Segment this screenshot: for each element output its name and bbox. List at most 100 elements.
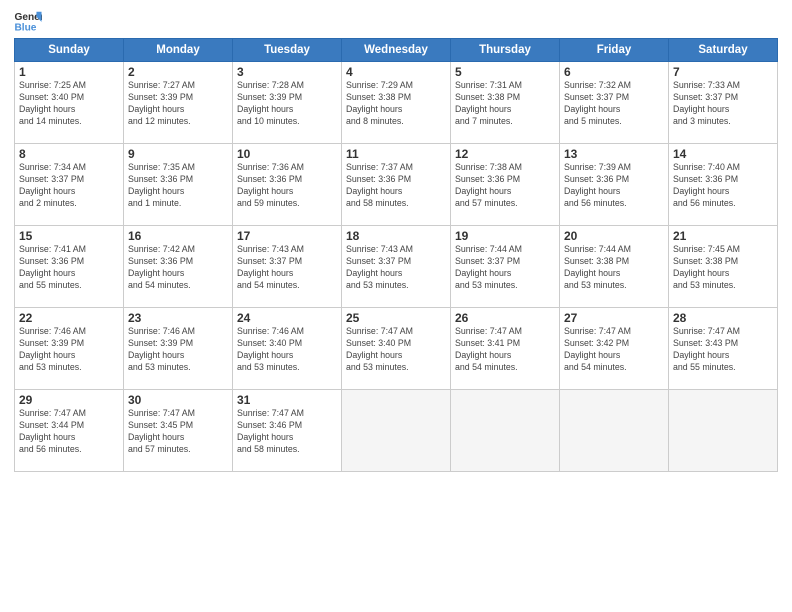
cell-text: Sunrise: 7:33 AM Sunset: 3:37 PM Dayligh… — [673, 80, 773, 128]
day-number: 12 — [455, 147, 555, 161]
cell-text: Sunrise: 7:46 AM Sunset: 3:39 PM Dayligh… — [19, 326, 119, 374]
calendar-cell: 14 Sunrise: 7:40 AM Sunset: 3:36 PM Dayl… — [669, 144, 778, 226]
cell-text: Sunrise: 7:47 AM Sunset: 3:40 PM Dayligh… — [346, 326, 446, 374]
day-number: 26 — [455, 311, 555, 325]
calendar-cell: 13 Sunrise: 7:39 AM Sunset: 3:36 PM Dayl… — [560, 144, 669, 226]
day-number: 30 — [128, 393, 228, 407]
day-header-friday: Friday — [560, 39, 669, 62]
day-number: 21 — [673, 229, 773, 243]
day-number: 31 — [237, 393, 337, 407]
day-number: 11 — [346, 147, 446, 161]
cell-text: Sunrise: 7:35 AM Sunset: 3:36 PM Dayligh… — [128, 162, 228, 210]
cell-text: Sunrise: 7:47 AM Sunset: 3:44 PM Dayligh… — [19, 408, 119, 456]
day-number: 19 — [455, 229, 555, 243]
day-number: 8 — [19, 147, 119, 161]
header-row: General Blue — [14, 10, 778, 32]
calendar-cell: 8 Sunrise: 7:34 AM Sunset: 3:37 PM Dayli… — [15, 144, 124, 226]
cell-text: Sunrise: 7:47 AM Sunset: 3:43 PM Dayligh… — [673, 326, 773, 374]
cell-text: Sunrise: 7:43 AM Sunset: 3:37 PM Dayligh… — [237, 244, 337, 292]
day-number: 7 — [673, 65, 773, 79]
cell-text: Sunrise: 7:29 AM Sunset: 3:38 PM Dayligh… — [346, 80, 446, 128]
calendar-cell — [342, 390, 451, 472]
calendar-cell: 20 Sunrise: 7:44 AM Sunset: 3:38 PM Dayl… — [560, 226, 669, 308]
calendar-container: General Blue SundayMondayTuesdayWednesda… — [0, 0, 792, 480]
cell-text: Sunrise: 7:32 AM Sunset: 3:37 PM Dayligh… — [564, 80, 664, 128]
day-number: 25 — [346, 311, 446, 325]
cell-text: Sunrise: 7:44 AM Sunset: 3:38 PM Dayligh… — [564, 244, 664, 292]
day-number: 27 — [564, 311, 664, 325]
svg-text:Blue: Blue — [14, 22, 36, 32]
calendar-cell: 25 Sunrise: 7:47 AM Sunset: 3:40 PM Dayl… — [342, 308, 451, 390]
cell-text: Sunrise: 7:36 AM Sunset: 3:36 PM Dayligh… — [237, 162, 337, 210]
calendar-cell: 31 Sunrise: 7:47 AM Sunset: 3:46 PM Dayl… — [233, 390, 342, 472]
day-number: 13 — [564, 147, 664, 161]
cell-text: Sunrise: 7:27 AM Sunset: 3:39 PM Dayligh… — [128, 80, 228, 128]
calendar-cell: 15 Sunrise: 7:41 AM Sunset: 3:36 PM Dayl… — [15, 226, 124, 308]
calendar-cell: 29 Sunrise: 7:47 AM Sunset: 3:44 PM Dayl… — [15, 390, 124, 472]
cell-text: Sunrise: 7:45 AM Sunset: 3:38 PM Dayligh… — [673, 244, 773, 292]
cell-text: Sunrise: 7:28 AM Sunset: 3:39 PM Dayligh… — [237, 80, 337, 128]
cell-text: Sunrise: 7:46 AM Sunset: 3:39 PM Dayligh… — [128, 326, 228, 374]
calendar-cell: 24 Sunrise: 7:46 AM Sunset: 3:40 PM Dayl… — [233, 308, 342, 390]
day-header-wednesday: Wednesday — [342, 39, 451, 62]
cell-text: Sunrise: 7:34 AM Sunset: 3:37 PM Dayligh… — [19, 162, 119, 210]
calendar-cell: 30 Sunrise: 7:47 AM Sunset: 3:45 PM Dayl… — [124, 390, 233, 472]
cell-text: Sunrise: 7:47 AM Sunset: 3:46 PM Dayligh… — [237, 408, 337, 456]
cell-text: Sunrise: 7:39 AM Sunset: 3:36 PM Dayligh… — [564, 162, 664, 210]
day-number: 14 — [673, 147, 773, 161]
logo: General Blue — [14, 10, 42, 32]
calendar-cell: 9 Sunrise: 7:35 AM Sunset: 3:36 PM Dayli… — [124, 144, 233, 226]
calendar-cell: 19 Sunrise: 7:44 AM Sunset: 3:37 PM Dayl… — [451, 226, 560, 308]
day-number: 20 — [564, 229, 664, 243]
cell-text: Sunrise: 7:37 AM Sunset: 3:36 PM Dayligh… — [346, 162, 446, 210]
calendar-cell: 21 Sunrise: 7:45 AM Sunset: 3:38 PM Dayl… — [669, 226, 778, 308]
calendar-cell: 16 Sunrise: 7:42 AM Sunset: 3:36 PM Dayl… — [124, 226, 233, 308]
day-header-tuesday: Tuesday — [233, 39, 342, 62]
day-number: 24 — [237, 311, 337, 325]
day-number: 28 — [673, 311, 773, 325]
cell-text: Sunrise: 7:47 AM Sunset: 3:42 PM Dayligh… — [564, 326, 664, 374]
cell-text: Sunrise: 7:25 AM Sunset: 3:40 PM Dayligh… — [19, 80, 119, 128]
day-number: 16 — [128, 229, 228, 243]
day-header-thursday: Thursday — [451, 39, 560, 62]
calendar-cell: 12 Sunrise: 7:38 AM Sunset: 3:36 PM Dayl… — [451, 144, 560, 226]
day-number: 1 — [19, 65, 119, 79]
calendar-cell: 17 Sunrise: 7:43 AM Sunset: 3:37 PM Dayl… — [233, 226, 342, 308]
day-header-sunday: Sunday — [15, 39, 124, 62]
calendar-cell: 5 Sunrise: 7:31 AM Sunset: 3:38 PM Dayli… — [451, 62, 560, 144]
day-number: 23 — [128, 311, 228, 325]
day-number: 10 — [237, 147, 337, 161]
cell-text: Sunrise: 7:47 AM Sunset: 3:45 PM Dayligh… — [128, 408, 228, 456]
day-number: 2 — [128, 65, 228, 79]
calendar-cell: 23 Sunrise: 7:46 AM Sunset: 3:39 PM Dayl… — [124, 308, 233, 390]
day-number: 9 — [128, 147, 228, 161]
calendar-cell: 2 Sunrise: 7:27 AM Sunset: 3:39 PM Dayli… — [124, 62, 233, 144]
calendar-cell: 7 Sunrise: 7:33 AM Sunset: 3:37 PM Dayli… — [669, 62, 778, 144]
calendar-cell: 22 Sunrise: 7:46 AM Sunset: 3:39 PM Dayl… — [15, 308, 124, 390]
day-header-saturday: Saturday — [669, 39, 778, 62]
cell-text: Sunrise: 7:41 AM Sunset: 3:36 PM Dayligh… — [19, 244, 119, 292]
calendar-cell: 27 Sunrise: 7:47 AM Sunset: 3:42 PM Dayl… — [560, 308, 669, 390]
calendar-cell — [560, 390, 669, 472]
day-number: 22 — [19, 311, 119, 325]
calendar-cell: 28 Sunrise: 7:47 AM Sunset: 3:43 PM Dayl… — [669, 308, 778, 390]
calendar-cell — [451, 390, 560, 472]
cell-text: Sunrise: 7:38 AM Sunset: 3:36 PM Dayligh… — [455, 162, 555, 210]
cell-text: Sunrise: 7:46 AM Sunset: 3:40 PM Dayligh… — [237, 326, 337, 374]
day-number: 18 — [346, 229, 446, 243]
logo-icon: General Blue — [14, 10, 42, 32]
calendar-cell: 26 Sunrise: 7:47 AM Sunset: 3:41 PM Dayl… — [451, 308, 560, 390]
calendar-cell — [669, 390, 778, 472]
calendar-table: SundayMondayTuesdayWednesdayThursdayFrid… — [14, 38, 778, 472]
day-number: 5 — [455, 65, 555, 79]
cell-text: Sunrise: 7:43 AM Sunset: 3:37 PM Dayligh… — [346, 244, 446, 292]
day-number: 15 — [19, 229, 119, 243]
day-header-monday: Monday — [124, 39, 233, 62]
day-number: 17 — [237, 229, 337, 243]
calendar-cell: 18 Sunrise: 7:43 AM Sunset: 3:37 PM Dayl… — [342, 226, 451, 308]
day-number: 6 — [564, 65, 664, 79]
cell-text: Sunrise: 7:31 AM Sunset: 3:38 PM Dayligh… — [455, 80, 555, 128]
cell-text: Sunrise: 7:44 AM Sunset: 3:37 PM Dayligh… — [455, 244, 555, 292]
calendar-cell: 10 Sunrise: 7:36 AM Sunset: 3:36 PM Dayl… — [233, 144, 342, 226]
calendar-cell: 11 Sunrise: 7:37 AM Sunset: 3:36 PM Dayl… — [342, 144, 451, 226]
